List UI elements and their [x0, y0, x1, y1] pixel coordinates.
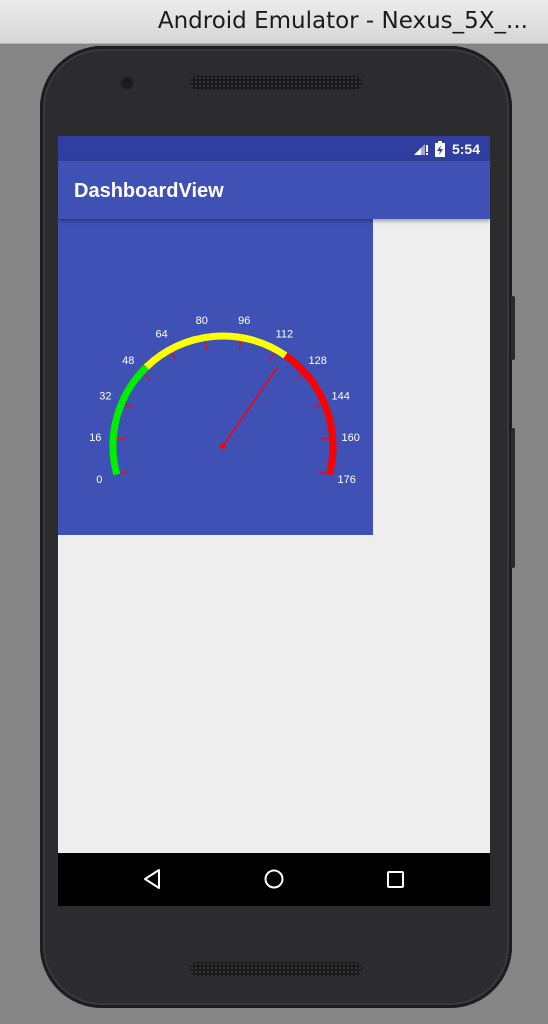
- top-speaker: [190, 76, 362, 90]
- gauge-tick: [320, 437, 329, 440]
- gauge-tick-label: 128: [309, 355, 327, 367]
- gauge-tick: [312, 403, 321, 408]
- back-icon[interactable]: [142, 867, 164, 891]
- gauge-tick-label: 64: [156, 329, 168, 341]
- gauge-band-0: [109, 364, 149, 476]
- device-screen: 5:54 DashboardView 0 16 32 48 64 80 96 112 128 14…: [58, 136, 490, 906]
- volume-button[interactable]: [511, 428, 515, 568]
- speedometer-gauge: 0 16 32 48 64 80 96 112 128 144 160 176: [89, 315, 360, 486]
- bottom-speaker: [190, 962, 362, 976]
- gauge-tick-label: 96: [238, 315, 250, 327]
- app-bar: DashboardView: [58, 161, 490, 219]
- gauge-tick-label: 112: [276, 329, 294, 341]
- gauge-band-2: [283, 352, 337, 476]
- recents-icon[interactable]: [385, 867, 407, 891]
- gauge-tick-label: 48: [122, 355, 134, 367]
- gauge-tick: [171, 352, 177, 361]
- gauge-tick: [269, 352, 275, 361]
- gauge-tick-label: 16: [89, 432, 101, 444]
- gauge-tick: [238, 341, 242, 350]
- emulator-title-bar: Android Emulator - Nexus_5X_...: [0, 0, 548, 44]
- gauge-tick: [204, 341, 208, 350]
- gauge-needle: [222, 366, 279, 447]
- gauge-tick: [125, 403, 134, 408]
- gauge-tick-label: 176: [337, 474, 355, 486]
- navigation-bar: [58, 853, 490, 906]
- gauge-tick-label: 144: [331, 391, 349, 403]
- front-camera: [122, 78, 132, 88]
- home-icon[interactable]: [262, 867, 286, 891]
- window-title: Android Emulator - Nexus_5X_...: [157, 8, 528, 34]
- gauge-tick-label: 160: [341, 432, 359, 444]
- battery-charging-icon: [435, 141, 445, 157]
- gauge-tick-label: 0: [96, 474, 102, 486]
- gauge-tick: [317, 470, 326, 475]
- dashboard-view: 0 16 32 48 64 80 96 112 128 144 160 176: [58, 219, 373, 535]
- gauge-tick-label: 80: [196, 315, 208, 327]
- signal-icon: [414, 144, 428, 155]
- gauge-tick: [117, 437, 126, 440]
- app-title: DashboardView: [74, 180, 224, 202]
- status-time: 5:54: [451, 141, 480, 157]
- gauge-tick: [295, 374, 302, 381]
- status-bar: 5:54: [58, 136, 490, 161]
- gauge-tick: [120, 470, 129, 475]
- gauge-tick: [144, 374, 151, 381]
- power-button[interactable]: [511, 296, 515, 360]
- gauge-needle-hub: [220, 443, 226, 449]
- gauge-tick-label: 32: [99, 391, 111, 403]
